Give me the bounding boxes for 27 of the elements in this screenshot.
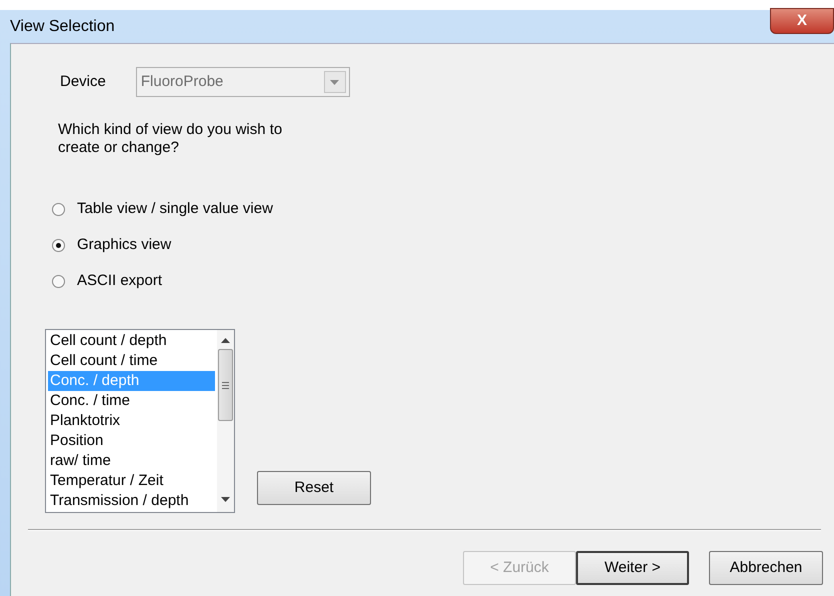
list-item[interactable]: Transmission / depth (48, 491, 215, 511)
device-label: Device (60, 72, 106, 92)
radio-label[interactable]: ASCII export (77, 270, 162, 292)
wizard-button[interactable]: Weiter > (576, 551, 689, 585)
window-title: View Selection (9, 17, 116, 37)
list-item[interactable]: Cell count / depth (48, 331, 215, 351)
scrollbar[interactable] (217, 330, 234, 512)
grip-icon (222, 382, 229, 388)
caret-icon (330, 80, 340, 84)
scroll-thumb[interactable] (218, 349, 233, 421)
question-text: Which kind of view do you wish to create or change? (58, 121, 284, 157)
radio-label[interactable]: Table view / single value view (77, 198, 273, 220)
radio-button[interactable] (52, 202, 65, 216)
radio-button[interactable] (52, 274, 65, 288)
reset-button[interactable]: Reset (257, 471, 371, 505)
list-item[interactable]: Conc. / time (48, 391, 215, 411)
list-item[interactable]: Planktotrix (48, 411, 215, 431)
wizard-button[interactable]: Abbrechen (709, 551, 823, 585)
scroll-up-icon[interactable] (221, 338, 230, 343)
list-item[interactable]: raw/ time (48, 451, 215, 471)
close-button[interactable]: X (770, 8, 834, 34)
scroll-down-icon[interactable] (221, 497, 230, 502)
radio-label[interactable]: Graphics view (77, 234, 172, 256)
radio-button[interactable] (52, 238, 65, 252)
list-item[interactable]: Temperatur / Zeit (48, 471, 215, 491)
list-item[interactable]: Position (48, 431, 215, 451)
list-item[interactable]: Cell count / time (48, 351, 215, 371)
